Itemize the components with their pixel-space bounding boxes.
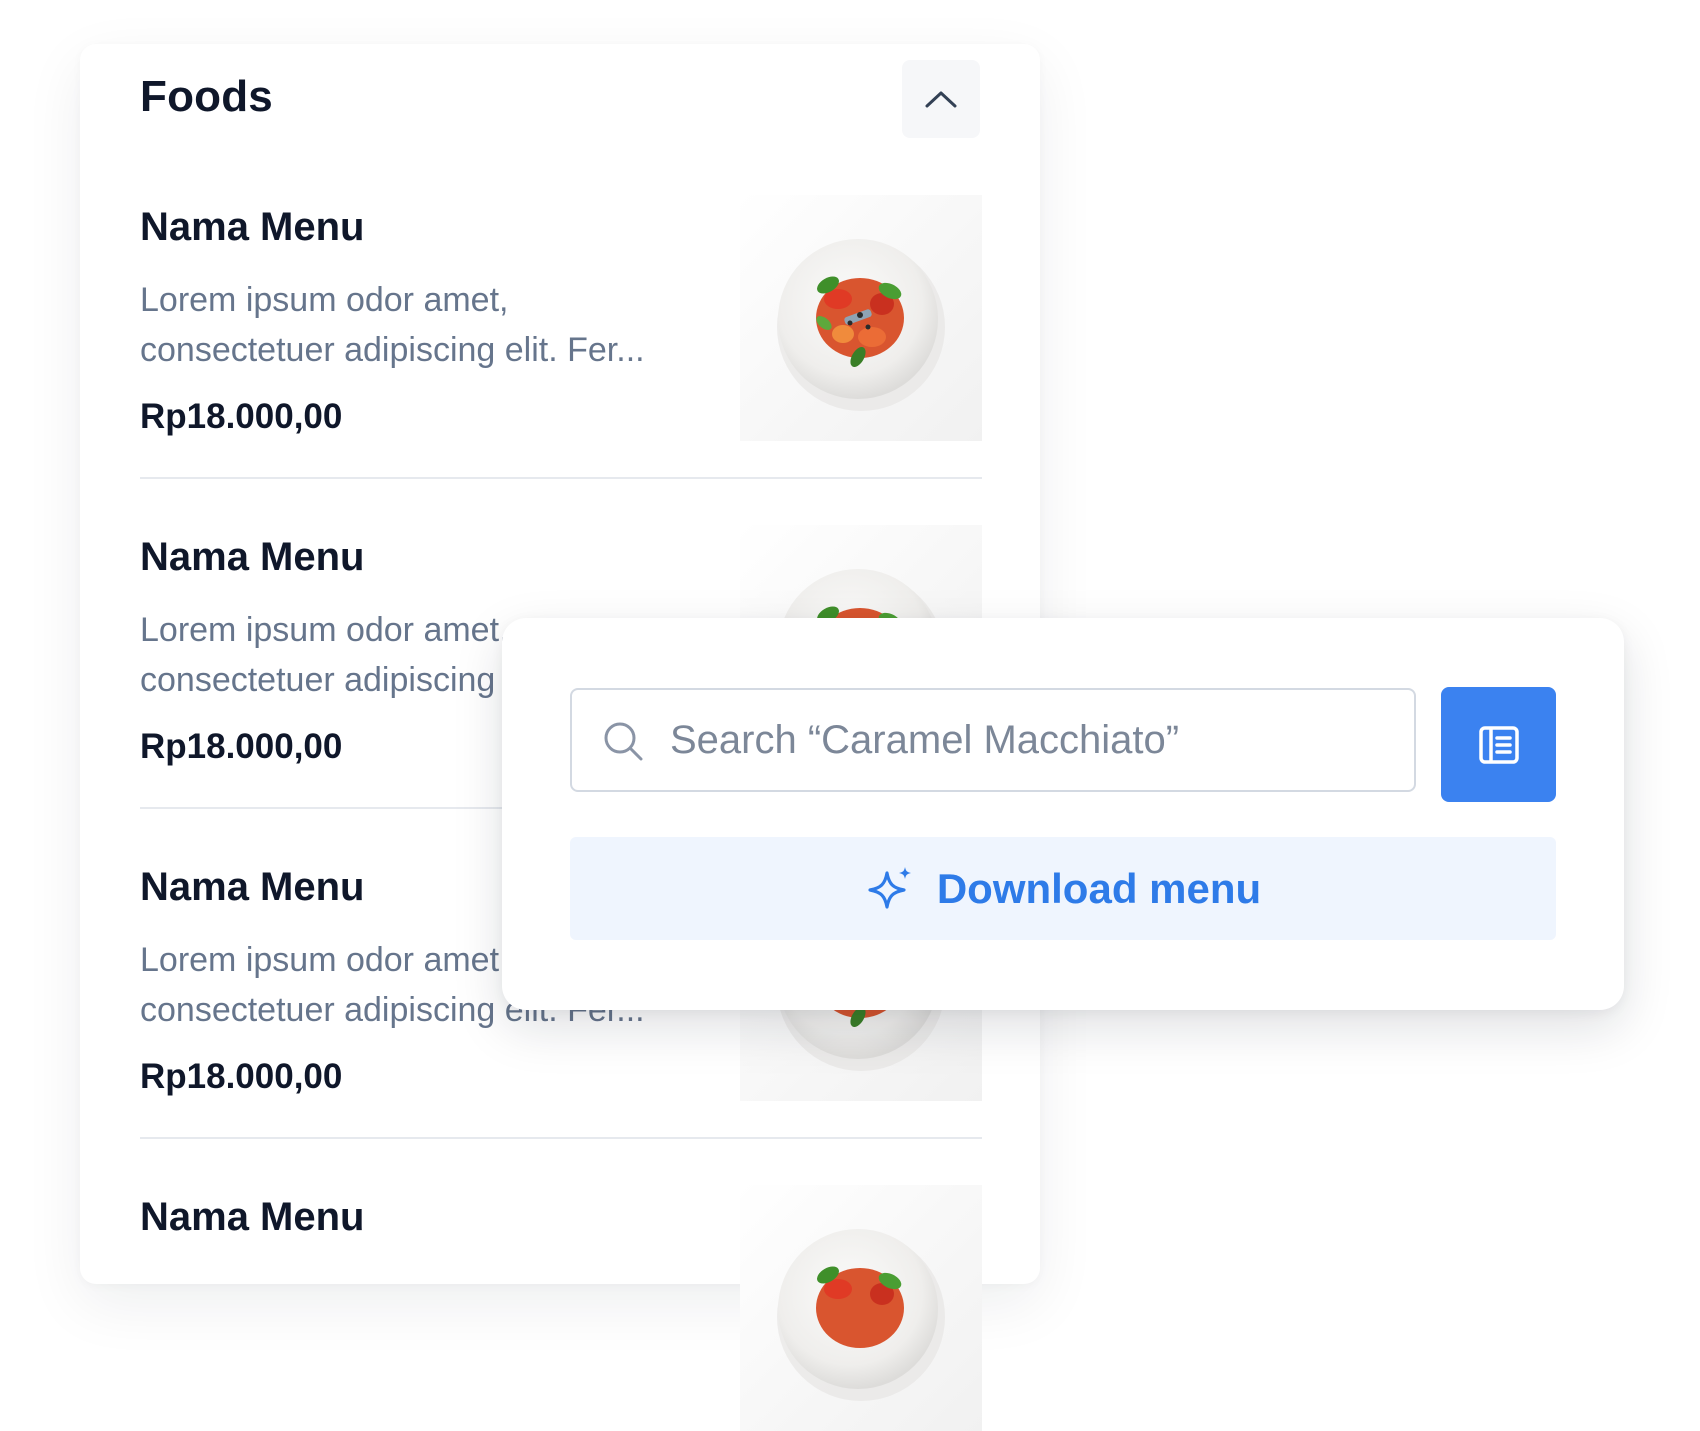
search-card [502, 618, 1624, 1010]
collapse-button[interactable] [902, 60, 980, 138]
menu-item-description: Lorem ipsum odor amet, consectetuer adip… [140, 281, 645, 369]
download-menu-button[interactable]: Download menu [570, 837, 1556, 940]
chevron-up-icon [925, 91, 957, 108]
search-input[interactable]: Search “Caramel Macchiato” [570, 688, 1416, 792]
menu-item-name: Nama Menu [140, 535, 365, 579]
menu-item-name: Nama Menu [140, 205, 365, 249]
search-icon [604, 722, 643, 761]
menu-item-price: Rp18.000,00 [140, 1057, 343, 1096]
menu-item-name: Nama Menu [140, 865, 365, 909]
sparkle-icon [868, 866, 911, 909]
divider [140, 477, 982, 479]
download-menu-label: Download menu [936, 864, 1262, 912]
menu-book-button[interactable] [1441, 687, 1556, 802]
menu-item-image [740, 1185, 982, 1431]
divider [140, 1137, 982, 1139]
menu-item-image [740, 195, 982, 441]
menu-item-price: Rp18.000,00 [140, 727, 343, 766]
menu-book-icon [1478, 725, 1519, 764]
menu-item-price: Rp18.000,00 [140, 397, 343, 436]
menu-item-name: Nama Menu [140, 1195, 365, 1239]
search-placeholder: Search “Caramel Macchiato” [670, 718, 1180, 762]
section-title: Foods [140, 72, 273, 121]
